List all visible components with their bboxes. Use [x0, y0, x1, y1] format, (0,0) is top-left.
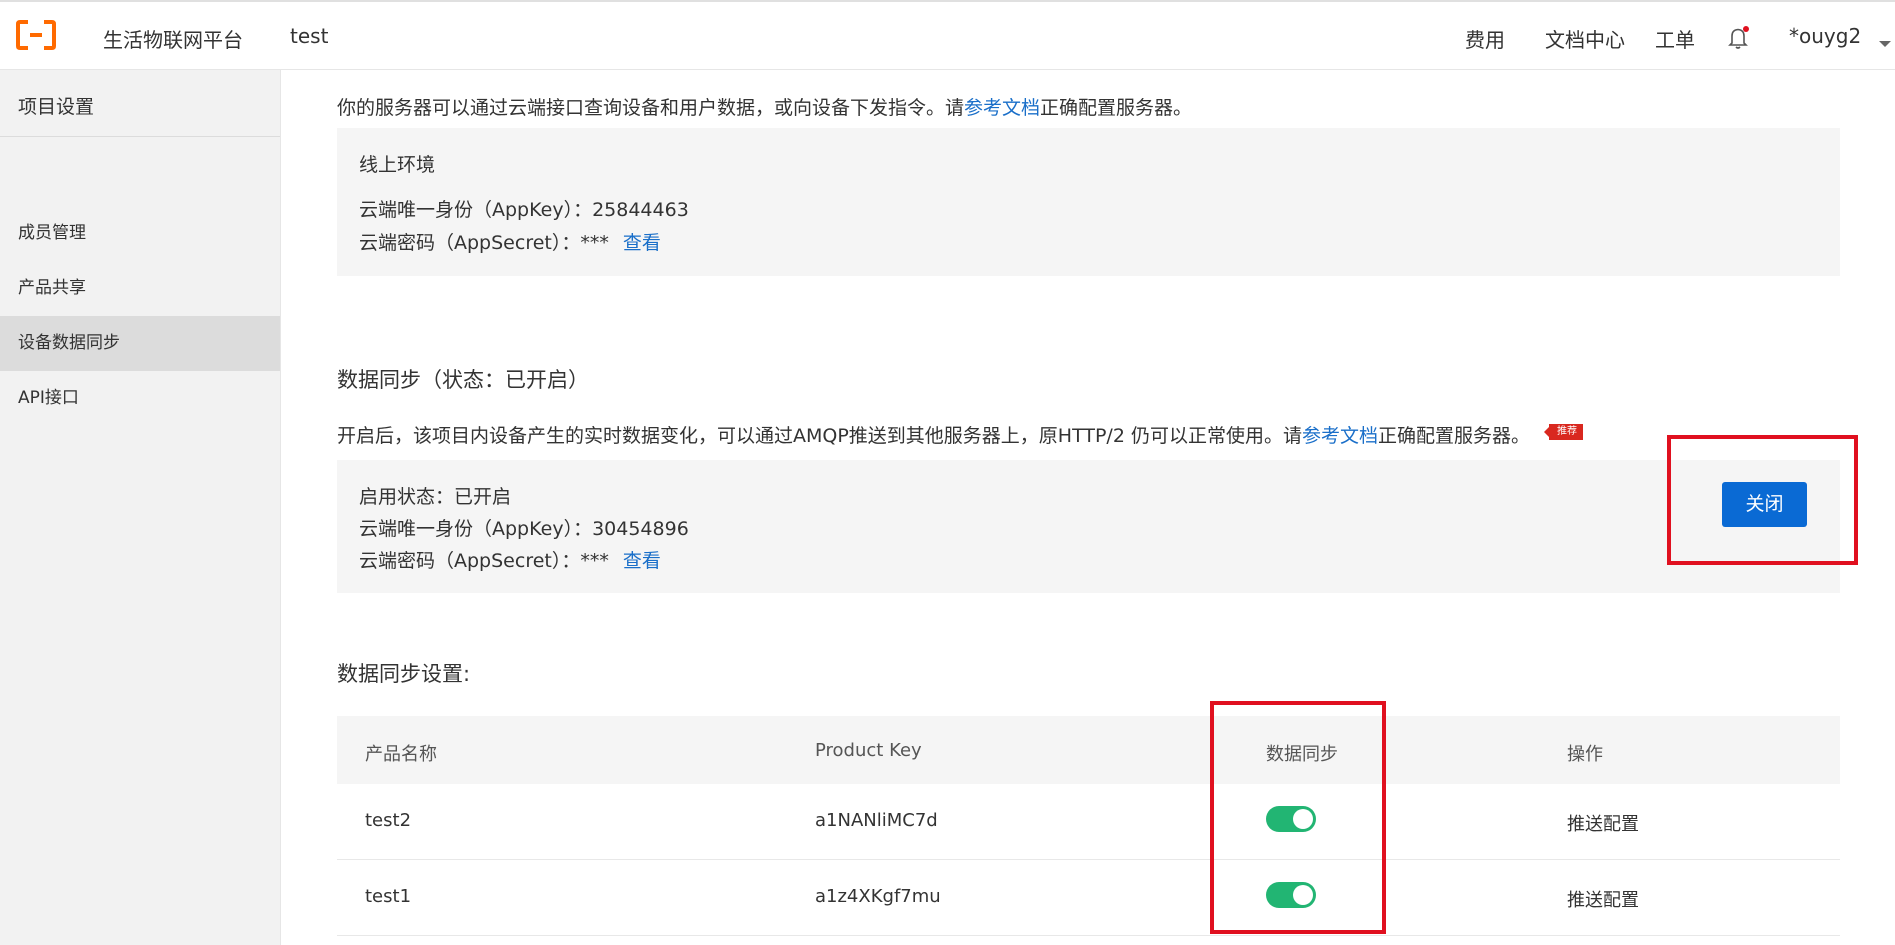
sidebar-item-device-data-sync[interactable]: 设备数据同步	[0, 316, 280, 371]
sync-appkey-value: 30454896	[592, 518, 689, 540]
push-config-link[interactable]: 推送配置	[1567, 810, 1639, 836]
push-config-link[interactable]: 推送配置	[1567, 886, 1639, 912]
column-product-key: Product Key	[815, 740, 922, 761]
sync-secret-view-link[interactable]: 查看	[623, 550, 661, 572]
sync-secret-label: 云端密码（AppSecret）：	[359, 550, 581, 572]
api-appkey: 云端唯一身份（AppKey）：25844463	[359, 195, 689, 222]
api-secret-view-link[interactable]: 查看	[623, 232, 661, 254]
sync-settings-title: 数据同步设置:	[337, 662, 471, 686]
sync-info-panel: 启用状态：已开启 云端唯一身份（AppKey）：30454896 云端密码（Ap…	[337, 460, 1840, 593]
aliyun-logo-icon[interactable]	[16, 20, 56, 54]
recommend-badge: 推荐	[1544, 424, 1583, 440]
column-product-name: 产品名称	[365, 744, 437, 765]
top-header: 生活物联网平台 test 费用 文档中心 工单 *ouyg2	[0, 0, 1895, 70]
sync-desc-prefix: 开启后，该项目内设备产生的实时数据变化，可以通过AMQP推送到其他服务器上，原H…	[337, 425, 1302, 447]
sidebar-item-product-sharing[interactable]: 产品共享	[0, 261, 280, 316]
api-appkey-value: 25844463	[592, 199, 689, 221]
sync-secret: 云端密码（AppSecret）：*** 查看	[359, 546, 661, 573]
sidebar: 项目设置 成员管理 产品共享 设备数据同步 API接口	[0, 70, 281, 945]
sync-status: 启用状态：已开启	[359, 486, 512, 508]
api-intro-suffix: 正确配置服务器。	[1040, 97, 1193, 119]
api-reference-doc-link[interactable]: 参考文档	[964, 97, 1040, 119]
api-secret-label: 云端密码（AppSecret）：	[359, 232, 581, 254]
nav-tickets[interactable]: 工单	[1655, 24, 1695, 53]
sidebar-item-api[interactable]: API接口	[0, 371, 280, 426]
api-intro: 你的服务器可以通过云端接口查询设备和用户数据，或向设备下发指令。请参考文档正确配…	[337, 93, 1192, 120]
product-key-cell: a1z4XKgf7mu	[815, 886, 941, 907]
sync-appkey-label: 云端唯一身份（AppKey）：	[359, 518, 593, 540]
sync-reference-doc-link[interactable]: 参考文档	[1302, 425, 1378, 447]
env-title: 线上环境	[359, 154, 436, 176]
api-secret: 云端密码（AppSecret）：*** 查看	[359, 228, 661, 255]
sync-section-title: 数据同步（状态：已开启）	[337, 368, 589, 392]
api-secret-value: ***	[580, 232, 609, 254]
user-account[interactable]: *ouyg2	[1789, 24, 1861, 48]
chevron-down-icon[interactable]	[1878, 34, 1892, 53]
platform-name[interactable]: 生活物联网平台	[103, 24, 243, 53]
online-env-panel: 线上环境 云端唯一身份（AppKey）：25844463 云端密码（AppSec…	[337, 128, 1840, 276]
project-name[interactable]: test	[290, 24, 328, 48]
nav-docs-center[interactable]: 文档中心	[1545, 24, 1625, 53]
sidebar-divider	[0, 136, 280, 137]
api-appkey-label: 云端唯一身份（AppKey）：	[359, 199, 593, 221]
product-key-cell: a1NANliMC7d	[815, 810, 938, 831]
table-row: test1 a1z4XKgf7mu 推送配置	[337, 860, 1840, 936]
bell-icon[interactable]	[1728, 26, 1750, 54]
highlight-box-sync-column	[1210, 701, 1386, 934]
nav-fees[interactable]: 费用	[1465, 24, 1505, 53]
sync-secret-value: ***	[580, 550, 609, 572]
sidebar-title: 项目设置	[18, 96, 95, 118]
api-intro-prefix: 你的服务器可以通过云端接口查询设备和用户数据，或向设备下发指令。请	[337, 97, 965, 119]
highlight-box-close	[1667, 435, 1858, 565]
sync-appkey: 云端唯一身份（AppKey）：30454896	[359, 514, 689, 541]
table-row: test2 a1NANliMC7d 推送配置	[337, 784, 1840, 860]
sync-desc-suffix: 正确配置服务器。	[1377, 425, 1530, 447]
sidebar-item-members[interactable]: 成员管理	[0, 206, 280, 261]
product-name-cell: test1	[365, 886, 412, 907]
sync-description: 开启后，该项目内设备产生的实时数据变化，可以通过AMQP推送到其他服务器上，原H…	[337, 421, 1530, 448]
column-actions: 操作	[1567, 744, 1603, 765]
table-header: 产品名称 Product Key 数据同步 操作	[337, 716, 1840, 784]
product-name-cell: test2	[365, 810, 412, 831]
